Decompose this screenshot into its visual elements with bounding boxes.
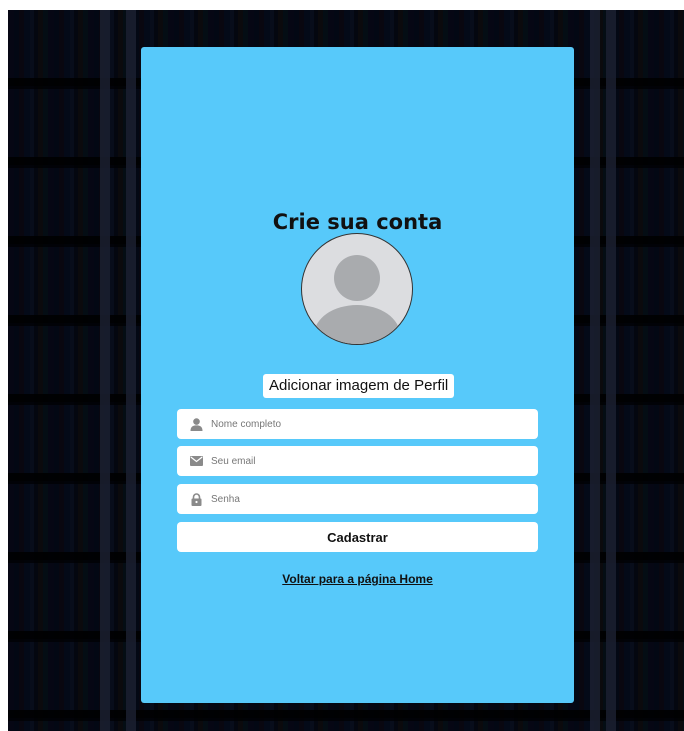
page-title: Crie sua conta	[272, 210, 443, 234]
avatar-placeholder[interactable]	[301, 233, 413, 345]
envelope-icon	[189, 454, 203, 468]
back-home-link[interactable]: Voltar para a página Home	[141, 572, 574, 586]
shelf-post	[126, 10, 136, 731]
shelf-post	[100, 10, 110, 731]
avatar-body	[314, 305, 400, 344]
email-field[interactable]	[177, 446, 538, 476]
shelf-post	[590, 10, 600, 731]
password-field[interactable]	[177, 484, 538, 514]
signup-card: Crie sua conta Adicionar imagem de Perfi…	[141, 47, 574, 703]
name-input[interactable]	[211, 418, 511, 430]
avatar-head	[334, 255, 380, 301]
add-profile-image-button[interactable]: Adicionar imagem de Perfil	[263, 374, 455, 398]
password-input[interactable]	[211, 493, 511, 505]
signup-button[interactable]: Cadastrar	[177, 522, 538, 552]
name-field[interactable]	[177, 409, 538, 439]
email-input[interactable]	[211, 455, 511, 467]
lock-icon	[189, 492, 203, 506]
user-icon	[189, 417, 203, 431]
shelf-post	[606, 10, 616, 731]
